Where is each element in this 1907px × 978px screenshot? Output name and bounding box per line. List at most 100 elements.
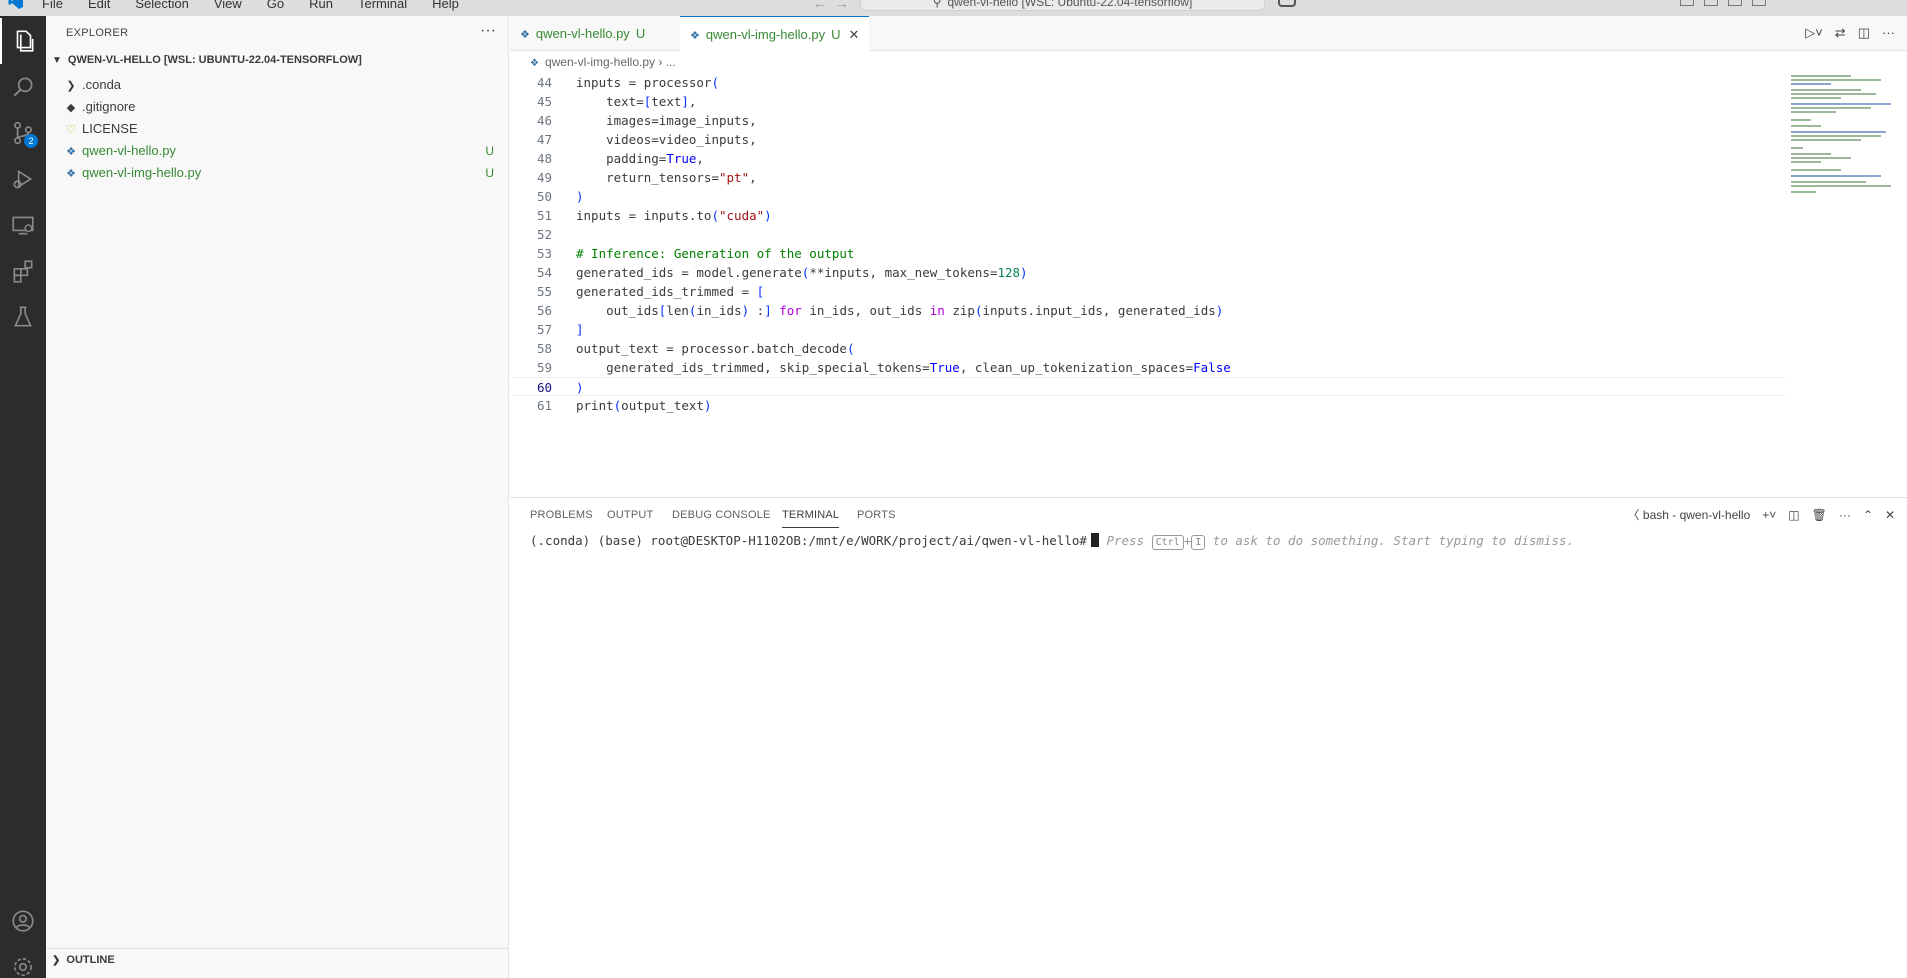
accounts-activity[interactable] [0,898,46,944]
extensions-activity[interactable] [0,248,46,294]
tab-status: U [831,27,841,42]
code-line: 61 print(output_text) [510,396,1785,415]
line-number: 56 [536,303,552,318]
menu-file[interactable]: File [42,0,75,11]
code-line: 54 generated_ids = model.generate(**input… [510,263,1785,282]
trash-icon[interactable]: 🗑 [1812,508,1827,522]
menu-selection[interactable]: Selection [135,0,200,11]
hint-rest: to ask to do something. Start typing to … [1212,533,1575,548]
new-terminal-icon[interactable]: +˅ [1762,508,1776,522]
tree-item-label: qwen-vl-hello.py [82,143,176,158]
menu-terminal[interactable]: Terminal [358,0,419,11]
tab-qwen-vl-hello[interactable]: ❖ qwen-vl-hello.py U [510,16,655,51]
toggle-secondary-sidebar-icon[interactable] [1752,0,1766,6]
line-number: 45 [536,94,552,109]
terminal-name: bash - qwen-vl-hello [1642,508,1751,522]
remote-explorer-activity[interactable] [0,202,46,248]
tab-qwen-vl-img-hello[interactable]: ❖ qwen-vl-img-hello.py U ✕ [680,16,870,52]
split-editor-icon[interactable]: ◫ [1858,25,1870,41]
python-file-icon: ❖ [66,168,76,180]
code-line: 46 images=image_inputs, [510,111,1785,130]
run-icon[interactable]: ▷˅ [1805,25,1823,41]
menu-run[interactable]: Run [309,0,345,11]
code-editor[interactable]: 44 inputs = processor( 45 text=[text], 46… [510,73,1785,493]
flask-icon [14,306,32,327]
line-number: 44 [536,75,552,90]
terminal-cursor [1090,533,1099,547]
line-number: 59 [536,360,552,375]
command-center[interactable]: ⚲ qwen-vl-hello [WSL: Ubuntu-22.04-tensor… [860,0,1265,11]
bottom-panel: PROBLEMS OUTPUT DEBUG CONSOLE TERMINAL P… [510,497,1907,978]
line-number: 50 [536,189,552,204]
menu-view[interactable]: View [214,0,254,11]
tree-item-label: LICENSE [82,121,138,136]
close-panel-icon[interactable]: ✕ [1885,508,1895,522]
maximize-panel-icon[interactable]: ⌃ [1863,508,1873,522]
copilot-icon[interactable] [1278,0,1296,7]
tree-item-conda[interactable]: ❯ .conda [46,74,508,96]
remote-explorer-icon [12,216,34,235]
kbd-ctrl: Ctrl [1151,535,1184,550]
menu-go[interactable]: Go [267,0,296,11]
menu-edit[interactable]: Edit [88,0,122,11]
line-number: 47 [536,132,552,147]
tree-item-license[interactable]: ♡ LICENSE [46,118,508,140]
tree-item-gitignore[interactable]: ◆ .gitignore [46,96,508,118]
more-actions-icon[interactable]: ··· [480,22,496,40]
gear-icon [14,958,32,976]
line-number: 61 [536,398,552,413]
line-number: 54 [536,265,552,280]
compare-icon[interactable]: ⇄ [1835,25,1846,41]
workspace-root[interactable]: ▼ QWEN-VL-HELLO [WSL: UBUNTU-22.04-TENSOR… [52,54,362,66]
tab-label: qwen-vl-img-hello.py [705,27,826,42]
more-actions-icon[interactable]: ··· [1882,25,1895,41]
close-icon[interactable]: ✕ [848,27,859,42]
line-number: 46 [536,113,552,128]
hint-plus: + [1183,533,1192,548]
code-line: 57] [510,320,1785,339]
line-number: 55 [536,284,552,299]
testing-activity[interactable] [0,294,46,340]
extensions-icon [13,260,33,283]
source-control-badge: 2 [24,134,38,148]
untracked-status: U [485,166,494,180]
search-activity[interactable] [0,64,46,110]
tree-item-qwen-vl-img-hello[interactable]: ❖ qwen-vl-img-hello.py U [46,162,508,184]
python-file-icon: ❖ [530,58,539,69]
code-line: 48 padding=True, [510,149,1785,168]
license-icon: ♡ [66,124,76,136]
code-line: 56 out_ids[len(in_ids) :] for in_ids, ou… [510,301,1785,320]
chevron-right-icon: ❯ [66,80,76,92]
git-file-icon: ◆ [66,102,76,114]
tab-debug-console[interactable]: DEBUG CONSOLE [672,498,771,532]
terminal-output[interactable]: (.conda) (base) root@DESKTOP-H1102OB:/mn… [530,533,1574,550]
tab-output[interactable]: OUTPUT [607,498,653,532]
toggle-panel-icon[interactable] [1728,0,1742,6]
breadcrumb-rest[interactable]: ... [666,55,676,69]
layout-icon[interactable] [1680,0,1694,6]
tab-terminal[interactable]: TERMINAL [782,498,840,528]
terminal-selector[interactable]: 〈 bash - qwen-vl-hello [1628,506,1751,523]
tab-problems[interactable]: PROBLEMS [530,498,593,532]
more-actions-icon[interactable]: ··· [1839,508,1851,522]
explorer-activity[interactable] [0,18,46,64]
toggle-sidebar-icon[interactable] [1704,0,1718,6]
tab-ports[interactable]: PORTS [857,498,896,532]
tree-item-label: .gitignore [82,99,136,114]
menu-bar: File Edit Selection View Go Run Terminal… [42,0,484,11]
terminal-icon: 〈 [1627,508,1640,522]
manage-activity[interactable] [0,944,46,978]
chevron-down-icon: ▼ [52,55,62,66]
code-line: 59 generated_ids_trimmed, skip_special_t… [510,358,1785,377]
outline-section[interactable]: ❯ OUTLINE [46,948,508,970]
menu-help[interactable]: Help [432,0,471,11]
nav-arrows[interactable]: ← → [813,0,849,11]
run-debug-icon [13,169,33,189]
source-control-activity[interactable]: 2 [0,110,46,156]
line-number: 48 [536,151,552,166]
split-terminal-icon[interactable]: ◫ [1788,508,1799,522]
tree-item-qwen-vl-hello[interactable]: ❖ qwen-vl-hello.py U [46,140,508,162]
run-debug-activity[interactable] [0,156,46,202]
minimap[interactable] [1787,73,1897,203]
breadcrumb-file[interactable]: qwen-vl-img-hello.py [545,55,655,69]
